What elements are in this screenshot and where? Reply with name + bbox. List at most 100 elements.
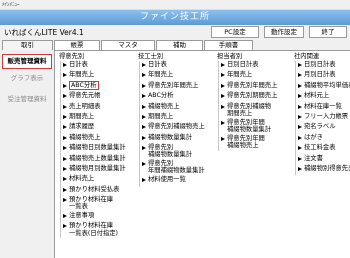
- report-link[interactable]: 得意先別年間 補綴物数量集計: [221, 119, 290, 135]
- report-link[interactable]: 日計表: [142, 61, 215, 71]
- report-link-label: 材料元上: [304, 92, 330, 100]
- report-link[interactable]: 得意先別年間売上: [142, 82, 215, 92]
- sidebar-item-graph[interactable]: グラフ表示: [2, 71, 52, 86]
- report-link-label: 期間売上: [69, 112, 95, 120]
- report-link[interactable]: 宛名ラベル: [298, 123, 350, 133]
- report-link-label: 預かり材料在庫 一覧表(日付指定): [69, 222, 118, 237]
- report-link[interactable]: 期間売上: [63, 113, 134, 123]
- report-link[interactable]: 補綴物日別数量集計: [63, 144, 134, 154]
- report-link[interactable]: ABC分析: [63, 80, 134, 92]
- report-link[interactable]: 材料使用一覧: [142, 176, 215, 186]
- tab-torihiki[interactable]: 取引: [2, 40, 53, 50]
- report-link-label: 日計表: [148, 61, 167, 68]
- report-link-label: 補綴物数量集計: [148, 133, 193, 141]
- report-link[interactable]: 預かり材料在庫 一覧表(日付指定): [63, 222, 134, 238]
- report-link[interactable]: 補綴物数量集計: [142, 134, 215, 144]
- report-link-label: ABC分析: [148, 92, 174, 100]
- tab-bar: 取引 帳票 マスタ 補助 手順書: [0, 40, 350, 51]
- report-link-label: 補綴物月別数量集計: [69, 164, 126, 172]
- report-link-label: 請求履歴: [69, 123, 95, 131]
- app-version: いればくんLITE Ver4.1: [4, 28, 84, 37]
- report-link-label: 日計表: [69, 61, 88, 68]
- report-link-label: 宛名ラベル: [304, 123, 336, 131]
- report-link[interactable]: 材料在庫一覧: [298, 103, 350, 113]
- report-link-label: 補綴物別得意先売上: [304, 164, 350, 172]
- tab-master[interactable]: マスタ: [101, 40, 155, 50]
- report-link[interactable]: 月別日計表: [298, 71, 350, 81]
- report-link-label: 補綴物日別数量集計: [69, 144, 126, 152]
- report-link[interactable]: 得意先別補綴物 期間売上: [221, 103, 290, 119]
- report-link[interactable]: 日別日計表: [298, 61, 350, 71]
- report-link[interactable]: 注文書: [298, 155, 350, 165]
- toolbar: いればくんLITE Ver4.1 PC設定 動作設定 終了: [0, 26, 350, 39]
- operation-settings-button[interactable]: 動作設定: [264, 26, 304, 38]
- report-link-label: 日別日計表: [304, 61, 336, 68]
- sidebar-item-order-docs[interactable]: 受注管理資料: [2, 92, 52, 107]
- report-link-label: 得意先別年間 補綴物売上: [227, 134, 265, 149]
- report-link[interactable]: 補綴物別得意先売上: [298, 165, 350, 175]
- app-title: ファイン技工所: [0, 10, 350, 25]
- report-link-label: 期間売上: [148, 112, 174, 120]
- column-header: 担当者別: [217, 53, 243, 60]
- report-link[interactable]: ABC分析: [142, 92, 215, 102]
- report-link[interactable]: 技工料金表: [298, 144, 350, 154]
- report-link-label: 補綴物売上: [148, 102, 180, 110]
- report-link[interactable]: 補綴物売上: [63, 134, 134, 144]
- report-link-label: 材料売上: [69, 175, 95, 183]
- report-link[interactable]: はがき: [298, 134, 350, 144]
- report-link[interactable]: 材料元上: [298, 92, 350, 102]
- report-link-label: 得意先別年間売上: [148, 81, 199, 89]
- tab-hojo[interactable]: 補助: [156, 40, 203, 50]
- exit-button[interactable]: 終了: [309, 26, 347, 38]
- report-link-label: 得意先別補綴物 期間売上: [227, 102, 272, 117]
- column-header: 社内関連: [294, 53, 320, 60]
- column-internal: 社内関連 日別日計表月別日計表 補綴物平均単価表 材料元上材料在庫一覧 フリー入力帳票…: [293, 52, 350, 176]
- report-link[interactable]: 補綴物平均単価表: [298, 82, 350, 92]
- report-link-label: はがき: [304, 133, 323, 141]
- report-link[interactable]: 日計表: [63, 61, 134, 71]
- report-link-label: 得意先元帳: [69, 92, 101, 100]
- report-link[interactable]: 日別日計表: [221, 61, 290, 71]
- report-link-label: ABC分析: [69, 80, 99, 90]
- report-link[interactable]: フリー入力帳票: [298, 113, 350, 123]
- report-link-label: 得意先別年間 補綴物数量集計: [227, 118, 272, 133]
- report-link[interactable]: 売上明細表: [63, 103, 134, 113]
- report-link[interactable]: 得意先別 年間補綴物数量集計: [142, 160, 215, 176]
- report-link[interactable]: 預かり材料受払表: [63, 186, 134, 196]
- report-link[interactable]: 補綴物売上数量集計: [63, 155, 134, 165]
- window-caption: ﾒｲﾝﾒﾆｭｰ: [0, 0, 350, 10]
- report-link[interactable]: 補綴物売上: [142, 103, 215, 113]
- report-link[interactable]: 預かり材料在庫 一覧表: [63, 196, 134, 212]
- report-link[interactable]: 得意先別年間売上: [221, 82, 290, 92]
- report-link-label: 技工料金表: [304, 144, 336, 152]
- report-link[interactable]: 注意事項: [63, 212, 134, 222]
- report-link-label: 得意先別 補綴物数量集計: [148, 144, 193, 159]
- report-link[interactable]: 得意先別補綴物売上: [142, 123, 215, 133]
- report-link[interactable]: 年間売上: [221, 71, 290, 81]
- column-header: 得意先別: [59, 53, 85, 60]
- report-link[interactable]: 得意先元帳: [63, 92, 134, 102]
- report-link-label: 補綴物売上: [69, 133, 101, 141]
- report-link-label: 売上明細表: [69, 102, 101, 110]
- report-link[interactable]: 年間売上: [142, 71, 215, 81]
- report-link[interactable]: 得意先別 補綴物数量集計: [142, 144, 215, 160]
- report-link-label: 材料在庫一覧: [304, 102, 342, 110]
- report-link-label: 預かり材料受払表: [69, 185, 120, 193]
- report-link-label: 材料使用一覧: [148, 176, 186, 184]
- report-link[interactable]: 材料売上: [63, 175, 134, 185]
- sidebar-item-sales-docs[interactable]: 販売管理資料: [2, 54, 52, 69]
- tab-tejunsho[interactable]: 手順書: [204, 40, 253, 50]
- report-link-label: 得意先別期間売上: [227, 92, 278, 100]
- report-link[interactable]: 期間売上: [142, 113, 215, 123]
- column-technician: 技工士別 日計表 年間売上 得意先別年間売上 ABC分析 補綴物売上 期間売上 得意先別補綴…: [137, 52, 215, 187]
- report-link[interactable]: 補綴物月別数量集計: [63, 165, 134, 175]
- column-staff: 担当者別 日別日計表年間売上 得意先別年間売上 得意先別期間売上得意先別補綴物 期間…: [216, 52, 290, 151]
- report-panel: 得意先別 日計表 年間売上 ABC分析 得意先元帳 売上明細表 期間売上 請求履歴 補綴物売上…: [54, 50, 350, 258]
- report-link[interactable]: 得意先別期間売上: [221, 92, 290, 102]
- report-link[interactable]: 請求履歴: [63, 123, 134, 133]
- report-link-label: 日別日計表: [227, 61, 259, 68]
- sidebar: 販売管理資料 グラフ表示 受注管理資料: [0, 50, 53, 258]
- pc-settings-button[interactable]: PC設定: [211, 26, 259, 38]
- column-items: 日計表年間売上 得意先別年間売上 ABC分析補綴物売上期間売上得意先別補綴物売上 補綴…: [139, 61, 215, 187]
- report-link[interactable]: 得意先別年間 補綴物売上: [221, 135, 290, 151]
